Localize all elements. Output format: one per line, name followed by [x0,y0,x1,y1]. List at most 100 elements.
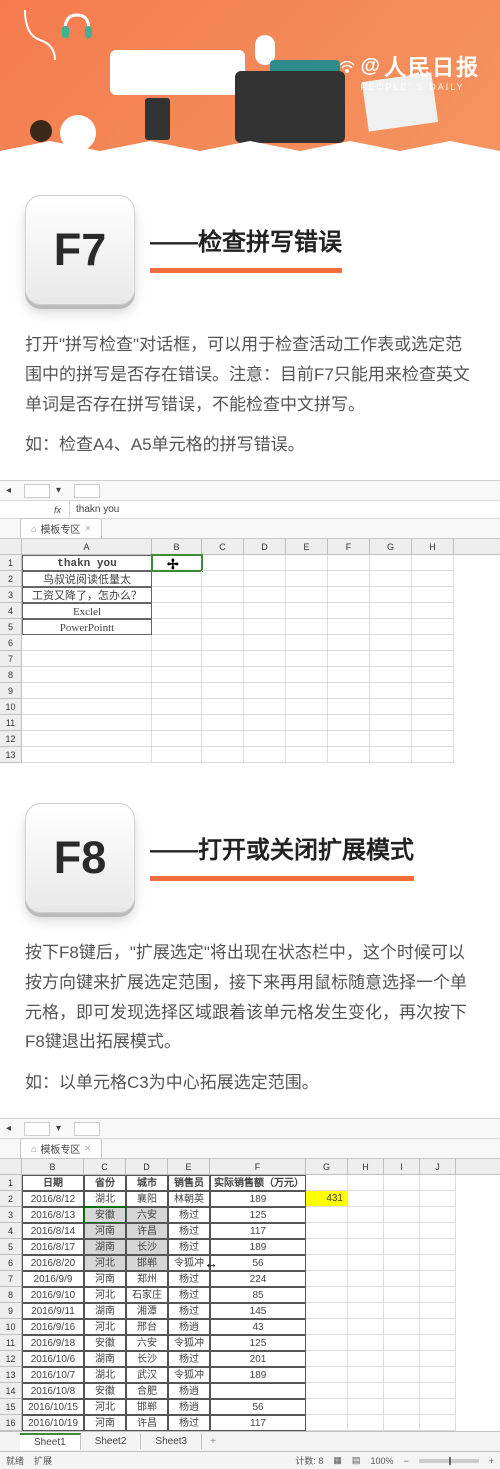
cell[interactable] [286,555,328,571]
row-header[interactable]: 13 [0,747,22,763]
cell[interactable]: 河北 [84,1287,126,1303]
row-header[interactable]: 7 [0,651,22,667]
cell[interactable] [328,555,370,571]
cell[interactable] [152,699,202,715]
cell[interactable] [152,715,202,731]
row-header[interactable]: 7 [0,1271,22,1287]
cell[interactable]: 189 [210,1191,306,1207]
cell[interactable] [370,571,412,587]
cell[interactable]: 六安 [126,1207,168,1223]
cell[interactable] [370,747,412,763]
zoom-in-button[interactable]: + [489,1456,494,1466]
column-header[interactable]: E [286,539,328,554]
cell[interactable]: 2016/9/11 [22,1303,84,1319]
cell[interactable] [412,555,454,571]
cell[interactable] [244,683,286,699]
cell[interactable] [412,683,454,699]
row-header[interactable]: 11 [0,1335,22,1351]
cell[interactable]: 2016/8/13 [22,1207,84,1223]
column-header[interactable]: F [328,539,370,554]
cell[interactable] [412,731,454,747]
cell[interactable]: thakn you [22,555,152,571]
cell[interactable] [22,635,152,651]
cell[interactable] [306,1351,348,1367]
cell[interactable]: 湖南 [84,1239,126,1255]
zoom-slider[interactable] [419,1459,479,1463]
cell[interactable] [412,667,454,683]
cell[interactable]: 邯郸 [126,1399,168,1415]
row-header[interactable]: 10 [0,1319,22,1335]
back-icon[interactable]: ◂ [6,1123,18,1135]
back-icon[interactable]: ◂ [6,485,18,497]
cell[interactable] [306,1239,348,1255]
cell[interactable] [22,683,152,699]
cell[interactable] [202,731,244,747]
cell[interactable]: 杨过 [168,1223,210,1239]
row-header[interactable]: 8 [0,1287,22,1303]
cell[interactable] [420,1239,456,1255]
cell[interactable] [286,667,328,683]
cell[interactable] [348,1399,384,1415]
table-header-cell[interactable]: 日期 [22,1175,84,1191]
cell[interactable] [22,667,152,683]
cell[interactable] [244,715,286,731]
cell[interactable] [370,731,412,747]
row-header[interactable]: 12 [0,731,22,747]
column-header[interactable]: E [168,1159,210,1174]
formula-input[interactable]: thakn you [70,504,500,515]
cell[interactable]: 湖南 [84,1351,126,1367]
cell[interactable]: 2016/8/12 [22,1191,84,1207]
cell[interactable] [22,747,152,763]
cell[interactable]: 六安 [126,1335,168,1351]
cell[interactable]: 鸟叔说阅读低量太 [22,571,152,587]
row-header[interactable]: 10 [0,699,22,715]
cell[interactable]: 117 [210,1415,306,1431]
cell[interactable] [420,1207,456,1223]
column-header[interactable]: B [152,539,202,554]
toolbar-slot[interactable] [74,484,100,498]
cell[interactable]: 合肥 [126,1383,168,1399]
column-header[interactable]: D [126,1159,168,1174]
cell[interactable] [370,699,412,715]
cell[interactable]: 224 [210,1271,306,1287]
cell[interactable] [348,1287,384,1303]
cell[interactable]: 襄阳 [126,1191,168,1207]
cell[interactable] [306,1207,348,1223]
cell[interactable] [370,715,412,731]
cell[interactable]: 2016/9/10 [22,1287,84,1303]
cell[interactable] [202,571,244,587]
row-header[interactable]: 15 [0,1399,22,1415]
cell[interactable]: 2016/8/17 [22,1239,84,1255]
cell[interactable] [348,1271,384,1287]
cell[interactable] [420,1223,456,1239]
cell[interactable]: 石家庄 [126,1287,168,1303]
row-header[interactable]: 5 [0,619,22,635]
cell[interactable]: 2016/10/6 [22,1351,84,1367]
cell[interactable] [202,683,244,699]
cell[interactable]: 安徽 [84,1383,126,1399]
cell[interactable] [384,1239,420,1255]
cell[interactable]: 56 [210,1399,306,1415]
sheet-tab[interactable]: Sheet3 [141,1434,202,1449]
cell[interactable] [286,683,328,699]
add-sheet-button[interactable]: + [202,1434,224,1449]
cell[interactable] [348,1383,384,1399]
cell[interactable]: 安徽 [84,1207,126,1223]
cell[interactable] [202,635,244,651]
column-header[interactable]: I [384,1159,420,1174]
cell[interactable]: 2016/10/8 [22,1383,84,1399]
column-header[interactable]: H [412,539,454,554]
cell[interactable] [328,683,370,699]
cell[interactable] [384,1271,420,1287]
close-icon[interactable]: ✕ [84,1144,91,1153]
cell[interactable] [22,651,152,667]
cell[interactable]: Exclel [22,603,152,619]
cell[interactable] [202,715,244,731]
cell[interactable] [210,1383,306,1399]
row-header[interactable]: 8 [0,667,22,683]
cell[interactable]: 河南 [84,1271,126,1287]
cell[interactable] [412,747,454,763]
cell[interactable] [420,1415,456,1431]
cell[interactable] [384,1399,420,1415]
cell[interactable] [152,619,202,635]
